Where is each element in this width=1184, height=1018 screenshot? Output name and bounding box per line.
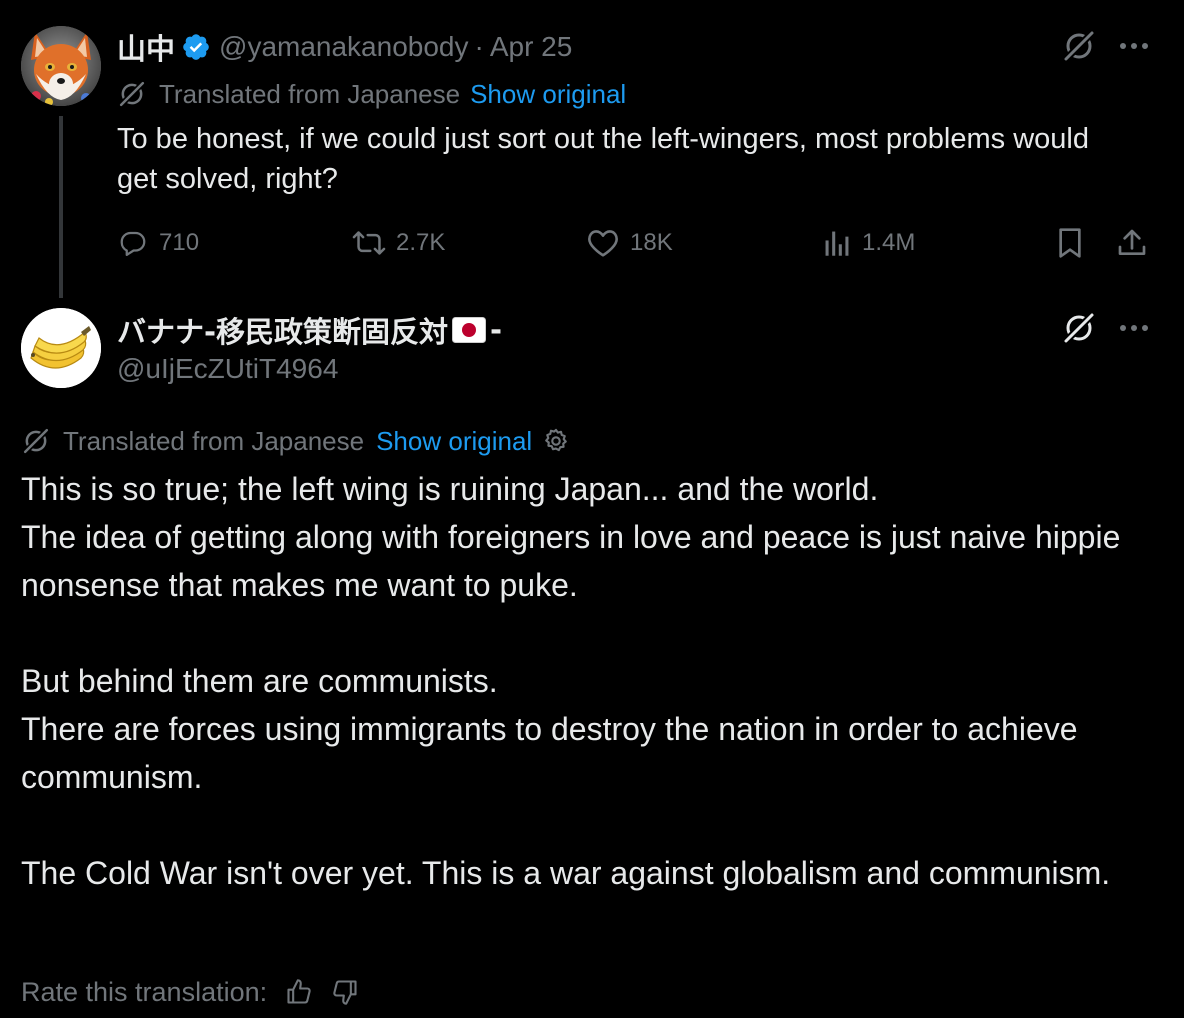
tweet2-display-name[interactable]: バナナ-移民政策断固反対 - [117, 310, 502, 350]
rate-translation-label: Rate this translation: [21, 976, 268, 1007]
japan-flag-icon [452, 317, 487, 343]
view-count: 1.4M [862, 229, 916, 256]
reply-button[interactable]: 710 [117, 224, 199, 262]
tweet2-line: There are forces using immigrants to des… [21, 711, 1078, 795]
like-button[interactable]: 18K [586, 224, 673, 262]
views-button[interactable]: 1.4M [822, 224, 915, 262]
avatar-yamanaka[interactable] [21, 26, 101, 106]
grok-icon[interactable] [1058, 308, 1100, 348]
translated-from-label: Translated from Japanese [63, 425, 365, 456]
tweet2-line: This is so true; the left wing is ruinin… [21, 471, 879, 507]
share-icon [1118, 229, 1146, 255]
translate-icon [117, 79, 147, 109]
fox-avatar [21, 26, 101, 106]
tweet2-line: The idea of getting along with foreigner… [21, 519, 1121, 603]
views-icon [825, 231, 849, 256]
verified-badge-icon[interactable] [181, 32, 211, 62]
gear-icon[interactable] [542, 427, 570, 455]
tweet2-name-text: バナナ-移民政策断固反対 [117, 315, 449, 349]
like-icon [588, 230, 618, 257]
translated-from-label: Translated from Japanese [159, 78, 461, 109]
tweet1-translation-bar: Translated from Japanese Show original [117, 77, 626, 111]
bookmark-button[interactable] [1055, 224, 1085, 262]
thumbs-up-icon[interactable] [285, 978, 313, 1006]
tweet2-name-suffix: - [490, 313, 503, 347]
tweet1-handle[interactable]: @yamanakanobody [219, 31, 468, 63]
tweet2-text: This is so true; the left wing is ruinin… [21, 465, 1161, 897]
more-icon[interactable] [1114, 312, 1154, 344]
repost-icon [352, 231, 386, 255]
tweet2-translation-bar: Translated from Japanese Show original [21, 423, 570, 459]
avatar-banana[interactable] [21, 308, 101, 388]
rate-translation-bar: Rate this translation: [21, 972, 359, 1012]
reply-icon [120, 231, 146, 256]
translate-icon [21, 426, 51, 456]
show-original-link[interactable]: Show original [376, 426, 532, 457]
tweet2-line: The Cold War isn't over yet. This is a w… [21, 855, 1111, 891]
thumbs-down-icon[interactable] [331, 978, 359, 1006]
thread-connector-line [59, 116, 63, 298]
grok-icon[interactable] [1058, 26, 1100, 66]
repost-button[interactable]: 2.7K [352, 224, 445, 262]
like-count: 18K [630, 229, 673, 256]
tweet1-separator: · [474, 31, 484, 62]
tweet1-text: To be honest, if we could just sort out … [117, 123, 1089, 195]
repost-count: 2.7K [396, 229, 446, 256]
bookmark-icon [1059, 228, 1081, 258]
tweet1-header: 山中 @yamanakanobody · Apr 25 [117, 28, 572, 66]
more-icon[interactable] [1114, 30, 1154, 62]
share-button[interactable] [1116, 224, 1148, 262]
tweet2-handle[interactable]: @uIjEcZUtiT4964 [117, 350, 338, 388]
show-original-link[interactable]: Show original [470, 79, 626, 110]
reply-count: 710 [159, 229, 200, 256]
tweet1-date[interactable]: Apr 25 [490, 31, 573, 63]
tweet2-line: But behind them are communists. [21, 663, 498, 699]
tweet1-display-name[interactable]: 山中 [117, 26, 175, 68]
banana-avatar [21, 308, 101, 388]
